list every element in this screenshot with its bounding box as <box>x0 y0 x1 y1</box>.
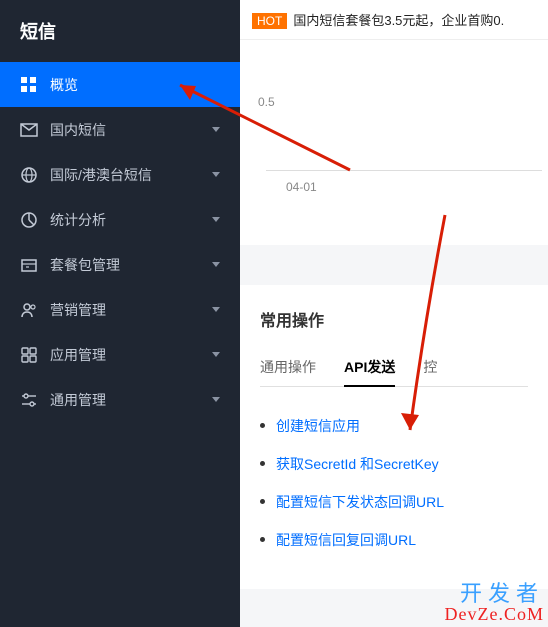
hot-badge: HOT <box>252 13 287 29</box>
chevron-down-icon <box>212 307 220 312</box>
sidebar-item-overview[interactable]: 概览 <box>0 62 240 107</box>
banner-text: 国内短信套餐包3.5元起，企业首购0. <box>293 13 504 28</box>
list-item: 获取SecretId 和SecretKey <box>260 445 528 483</box>
sidebar-item-label: 国际/港澳台短信 <box>50 165 212 185</box>
sidebar-item-general-management[interactable]: 通用管理 <box>0 377 240 422</box>
chevron-down-icon <box>212 352 220 357</box>
common-operations-title: 常用操作 <box>260 307 528 331</box>
main-content: HOT 国内短信套餐包3.5元起，企业首购0. 0.5 04-01 常用操作 通用… <box>240 0 548 627</box>
list-item: 配置短信回复回调URL <box>260 521 528 559</box>
tab-control[interactable]: 控 <box>423 349 437 387</box>
sidebar-item-label: 应用管理 <box>50 345 212 365</box>
sidebar-item-international-sms[interactable]: 国际/港澳台短信 <box>0 152 240 197</box>
chevron-down-icon <box>212 397 220 402</box>
link-config-status-callback[interactable]: 配置短信下发状态回调URL <box>276 494 444 510</box>
sidebar-item-label: 概览 <box>50 75 220 95</box>
common-operations-panel: 常用操作 通用操作 API发送 控 创建短信应用 获取SecretId 和Sec… <box>240 285 548 589</box>
package-icon <box>20 256 38 274</box>
chevron-down-icon <box>212 127 220 132</box>
people-icon <box>20 301 38 319</box>
overview-icon <box>20 76 38 94</box>
globe-icon <box>20 166 38 184</box>
operation-list: 创建短信应用 获取SecretId 和SecretKey 配置短信下发状态回调U… <box>260 407 528 559</box>
tab-general-ops[interactable]: 通用操作 <box>260 349 316 387</box>
link-get-secret[interactable]: 获取SecretId 和SecretKey <box>276 456 439 472</box>
sidebar-item-label: 统计分析 <box>50 210 212 230</box>
sidebar-item-label: 营销管理 <box>50 300 212 320</box>
promo-banner: HOT 国内短信套餐包3.5元起，企业首购0. <box>240 0 548 40</box>
sidebar-item-statistics[interactable]: 统计分析 <box>0 197 240 242</box>
sidebar: 短信 概览 国内短信 国际/港澳台短信 统计分析 套餐包管理 <box>0 0 240 627</box>
sidebar-item-package-management[interactable]: 套餐包管理 <box>0 242 240 287</box>
chevron-down-icon <box>212 262 220 267</box>
app-icon <box>20 346 38 364</box>
mail-icon <box>20 121 38 139</box>
sidebar-item-marketing-management[interactable]: 营销管理 <box>0 287 240 332</box>
chart-baseline <box>266 170 542 171</box>
sidebar-item-label: 套餐包管理 <box>50 255 212 275</box>
link-config-reply-callback[interactable]: 配置短信回复回调URL <box>276 532 416 548</box>
chart-y-tick: 0.5 <box>258 95 275 109</box>
chart-area: 0.5 04-01 <box>240 40 548 245</box>
tabs: 通用操作 API发送 控 <box>260 349 528 387</box>
settings-icon <box>20 391 38 409</box>
sidebar-item-label: 国内短信 <box>50 120 212 140</box>
sidebar-item-label: 通用管理 <box>50 390 212 410</box>
tab-api-send[interactable]: API发送 <box>344 349 395 387</box>
sidebar-item-app-management[interactable]: 应用管理 <box>0 332 240 377</box>
chart-x-tick: 04-01 <box>286 180 317 194</box>
sidebar-item-domestic-sms[interactable]: 国内短信 <box>0 107 240 152</box>
chevron-down-icon <box>212 172 220 177</box>
sidebar-title: 短信 <box>0 0 240 62</box>
chevron-down-icon <box>212 217 220 222</box>
list-item: 配置短信下发状态回调URL <box>260 483 528 521</box>
chart-icon <box>20 211 38 229</box>
list-item: 创建短信应用 <box>260 407 528 445</box>
link-create-sms-app[interactable]: 创建短信应用 <box>276 418 360 434</box>
